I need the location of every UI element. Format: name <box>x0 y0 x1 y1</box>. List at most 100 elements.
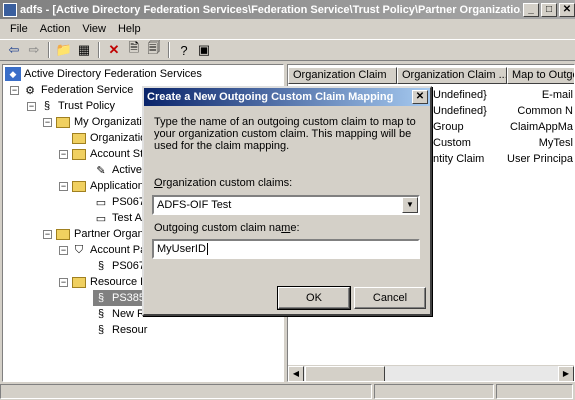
menu-action[interactable]: Action <box>34 23 77 35</box>
outgoing-claim-label: Outgoing custom claim name: <box>154 222 300 234</box>
tree-label: Organizatio <box>90 132 147 144</box>
toolbar-separator <box>98 42 100 58</box>
collapse-icon[interactable]: − <box>43 117 52 127</box>
tree-item-organization-claims[interactable]: Organizatio <box>71 130 146 146</box>
list-cell: ntity Claim <box>433 153 485 165</box>
tree-item-resource[interactable]: § Resour <box>93 322 148 338</box>
tree-label: Partner Organi <box>74 228 147 240</box>
tree-item-account-partners[interactable]: − ⛉ Account Pa <box>59 242 146 258</box>
collapse-icon[interactable]: − <box>59 149 68 159</box>
scroll-left-icon[interactable]: ◀ <box>288 366 304 381</box>
list-cell: Undefined} <box>433 89 487 101</box>
export-list-icon[interactable]: 🗐 <box>144 40 164 59</box>
tree-item-test-app[interactable]: ▭ Test Ap <box>93 210 148 226</box>
cancel-button[interactable]: Cancel <box>354 287 426 309</box>
folder-icon <box>71 275 87 289</box>
tree-item-trust-policy[interactable]: − § Trust Policy <box>27 98 115 114</box>
tree-item-ps067-partner[interactable]: § PS067( <box>93 258 149 274</box>
scroll-right-icon[interactable]: ▶ <box>558 366 574 381</box>
collapse-icon[interactable]: − <box>59 245 68 255</box>
list-cell: Group <box>433 121 464 133</box>
collapse-icon[interactable]: − <box>59 181 68 191</box>
org-claims-value: ADFS-OIF Test <box>157 199 232 211</box>
list-cell: ClaimAppMa <box>510 121 573 133</box>
collapse-icon[interactable]: − <box>27 101 36 111</box>
dialog-close-button[interactable]: ✕ <box>412 90 428 104</box>
window-titlebar: adfs - [Active Directory Federation Serv… <box>0 0 575 19</box>
horizontal-scrollbar[interactable]: ◀ ▶ <box>288 365 574 381</box>
federation-icon: ⚙ <box>25 84 35 97</box>
forward-icon[interactable]: ⇨ <box>24 41 44 59</box>
collapse-icon[interactable]: − <box>43 229 52 239</box>
close-window-button[interactable]: ✕ <box>559 2 575 17</box>
tree-item-ps067-app[interactable]: ▭ PS067( <box>93 194 149 210</box>
list-cell: Undefined} <box>433 105 487 117</box>
toolbar-separator <box>168 42 170 58</box>
menu-bar: File Action View Help <box>0 20 575 38</box>
ok-button[interactable]: OK <box>277 286 351 310</box>
tree-label: Federation Service <box>41 84 134 96</box>
partner-icon: § <box>97 308 105 320</box>
tree-label: Trust Policy <box>58 100 116 112</box>
tree-label: Active <box>112 164 142 176</box>
tree-item-root[interactable]: ◆ Active Directory Federation Services <box>5 66 202 82</box>
partner-icon: § <box>97 292 105 304</box>
adfs-icon: ◆ <box>5 67 21 81</box>
menu-file[interactable]: File <box>4 23 34 35</box>
tree-item-partner-organizations[interactable]: − Partner Organi <box>43 226 146 242</box>
status-panel <box>0 384 372 399</box>
outgoing-claim-name-input[interactable]: MyUserID <box>152 239 420 259</box>
collapse-icon[interactable]: − <box>59 277 68 287</box>
custom-claim-mapping-dialog: Create a New Outgoing Custom Claim Mappi… <box>142 86 432 316</box>
tree-item-federation-service[interactable]: − ⚙ Federation Service <box>10 82 133 98</box>
show-hide-tree-icon[interactable]: ▦ <box>74 41 94 59</box>
list-cell: Custom <box>433 137 471 149</box>
console-icon[interactable]: ▣ <box>194 41 214 59</box>
tree-label: Active Directory Federation Services <box>24 68 202 80</box>
tree-item-ps385-selected[interactable]: § PS385( <box>93 290 149 306</box>
status-bar <box>0 384 575 400</box>
column-header-map-to-outgoing[interactable]: Map to Outgoi <box>507 67 574 84</box>
folder-icon <box>55 227 71 241</box>
org-claims-dropdown[interactable]: ADFS-OIF Test ▼ <box>152 195 420 215</box>
back-icon[interactable]: ⇦ <box>4 41 24 59</box>
tree-item-resource-partners[interactable]: − Resource F <box>59 274 147 290</box>
list-cell: Common N <box>517 105 573 117</box>
column-header-org-claim-type[interactable]: Organization Claim ... <box>397 67 507 84</box>
list-cell: MyTesl <box>538 137 573 149</box>
claims-folder-icon <box>71 131 87 145</box>
dialog-title: Create a New Outgoing Custom Claim Mappi… <box>147 91 394 103</box>
folder-icon <box>71 179 87 193</box>
tree-item-my-organization[interactable]: − My Organizatic <box>43 114 147 130</box>
column-header-org-claim[interactable]: Organization Claim <box>288 67 397 84</box>
window-title: adfs - [Active Directory Federation Serv… <box>20 3 521 16</box>
help-icon[interactable]: ? <box>174 41 194 59</box>
dialog-instructions: Type the name of an outgoing custom clai… <box>154 116 416 152</box>
tree-label: Resour <box>112 324 148 336</box>
delete-icon[interactable]: ✕ <box>104 41 124 59</box>
tree-item-applications[interactable]: − Application <box>59 178 144 194</box>
menu-help[interactable]: Help <box>112 23 147 35</box>
minimize-button[interactable]: _ <box>523 2 539 17</box>
chevron-down-icon[interactable]: ▼ <box>402 197 418 213</box>
folder-icon <box>71 147 87 161</box>
directory-icon: ✎ <box>96 164 106 177</box>
tree-label: My Organizatic <box>74 116 148 128</box>
app-icon <box>3 2 17 17</box>
toolbar: ⇦ ⇨ 📁 ▦ ✕ 🗎 🗐 ? ▣ <box>0 39 575 61</box>
partner-icon: § <box>97 260 105 272</box>
application-icon: ▭ <box>95 196 107 209</box>
policy-icon: § <box>43 100 51 112</box>
properties-icon[interactable]: 🗎 <box>124 40 144 59</box>
collapse-icon[interactable]: − <box>10 85 19 95</box>
up-folder-icon[interactable]: 📁 <box>54 41 74 59</box>
tree-item-active-directory[interactable]: ✎ Active <box>93 162 142 178</box>
tree-item-account-stores[interactable]: − Account St <box>59 146 143 162</box>
maximize-button[interactable]: □ <box>541 2 557 17</box>
scroll-thumb[interactable] <box>305 366 385 381</box>
tree-label: Account Pa <box>90 244 147 256</box>
menu-view[interactable]: View <box>76 23 112 35</box>
org-claims-label: Organization custom claims: <box>154 177 293 189</box>
status-panel <box>374 384 494 399</box>
tree-label: Application <box>90 180 144 192</box>
